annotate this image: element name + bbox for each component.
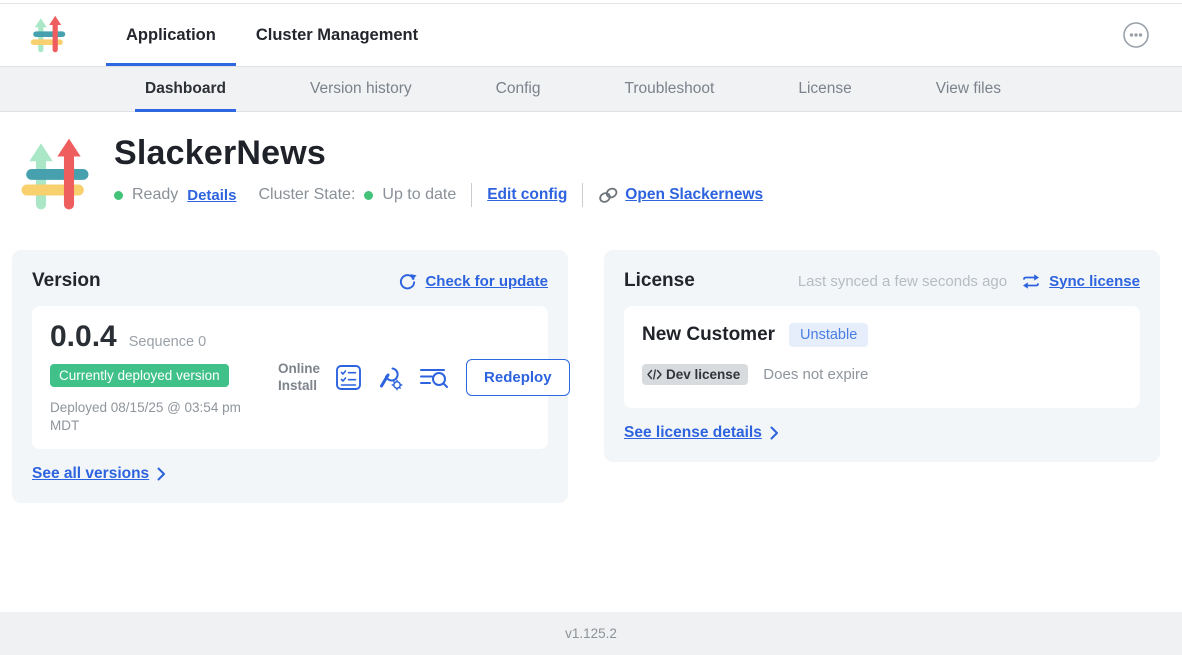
app-status-dot [114,191,123,200]
tab-cluster-management[interactable]: Cluster Management [236,4,438,66]
see-all-versions-link[interactable]: See all versions [32,465,166,483]
subnav-dashboard[interactable]: Dashboard [145,67,226,111]
cluster-state-label: Cluster State: [258,186,355,204]
page-footer: v1.125.2 [0,612,1182,655]
refresh-icon [398,272,417,291]
sync-license-link[interactable]: Sync license [1049,273,1140,290]
dashboard-cards: Version Check for update 0.0.4 Sequence … [12,250,1170,503]
view-files-search-icon [419,365,449,390]
check-update-group[interactable]: Check for update [398,272,548,291]
subnav-version-history[interactable]: Version history [310,67,412,111]
cluster-state-value: Up to date [382,186,456,204]
console-version: v1.125.2 [565,626,617,641]
app-logo-icon [30,15,66,55]
current-version-panel: 0.0.4 Sequence 0 Currently deployed vers… [32,306,548,449]
code-icon [647,369,662,380]
license-expiry: Does not expire [763,366,868,383]
app-header: SlackerNews Ready Details Cluster State:… [0,112,1182,216]
app-status-row: Ready Details Cluster State: Up to date … [114,183,763,207]
ellipsis-circle-icon [1122,21,1150,49]
app-subnav: Dashboard Version history Config Trouble… [0,66,1182,112]
version-card: Version Check for update 0.0.4 Sequence … [12,250,568,503]
page-title: SlackerNews [114,134,763,173]
sync-arrows-icon [1021,273,1041,290]
chevron-right-icon [770,426,779,440]
license-card-title: License [624,270,695,292]
divider [582,183,583,207]
details-link[interactable]: Details [187,187,236,204]
deployed-timestamp: Deployed 08/15/25 @ 03:54 pm MDT [50,399,265,435]
app-logo-large-icon [20,136,90,216]
cluster-state-dot [364,191,373,200]
last-synced-text: Last synced a few seconds ago [798,273,1007,290]
edit-config-link[interactable]: Edit config [487,186,567,204]
license-details-panel: New Customer Unstable Dev license Does n… [624,306,1140,408]
license-card: License Last synced a few seconds ago Sy… [604,250,1160,462]
install-type-label: Online Install [278,361,320,395]
tab-application[interactable]: Application [106,4,236,66]
version-number: 0.0.4 [50,320,117,354]
config-wrench-icon [377,364,404,391]
channel-badge: Unstable [789,323,868,347]
chevron-right-icon [157,467,166,481]
divider [471,183,472,207]
license-type-badge: Dev license [642,364,748,385]
more-menu-button[interactable] [1118,17,1154,53]
view-diff-button[interactable] [419,365,449,390]
see-license-details-link[interactable]: See license details [624,424,779,442]
version-card-title: Version [32,270,101,292]
subnav-license[interactable]: License [798,67,851,111]
sequence-label: Sequence 0 [129,334,206,350]
main-tabs: Application Cluster Management [106,4,438,66]
subnav-config[interactable]: Config [496,67,541,111]
subnav-troubleshoot[interactable]: Troubleshoot [624,67,714,111]
header-spacer [438,4,1118,66]
chain-link-icon [598,187,619,204]
check-for-update-link[interactable]: Check for update [425,273,548,290]
redeploy-button[interactable]: Redeploy [466,359,570,396]
open-slackernews-link[interactable]: Open Slackernews [625,186,763,204]
app-status-text: Ready [132,186,178,204]
subnav-view-files[interactable]: View files [936,67,1001,111]
preflight-checks-button[interactable] [335,364,362,391]
main-header: Application Cluster Management [0,4,1182,66]
deployed-status-badge: Currently deployed version [50,364,229,387]
preflight-checklist-icon [335,364,362,391]
edit-config-button[interactable] [377,364,404,391]
customer-name: New Customer [642,324,775,346]
open-app-group[interactable]: Open Slackernews [598,186,763,204]
